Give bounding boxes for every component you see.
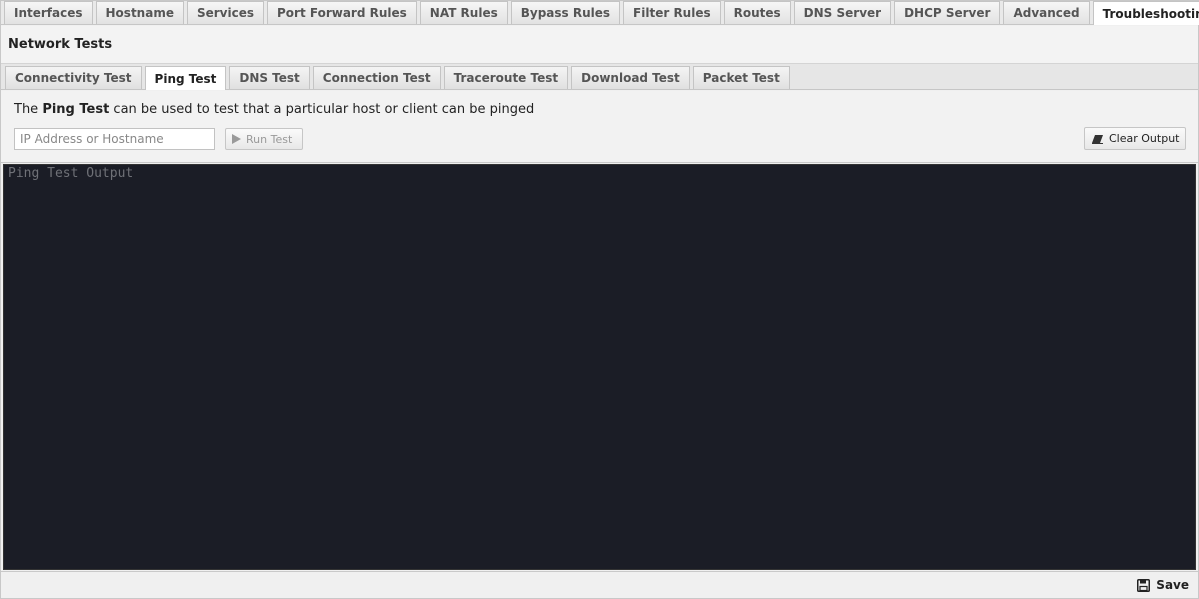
tab-bypass-rules[interactable]: Bypass Rules — [510, 1, 621, 24]
console-placeholder: Ping Test Output — [8, 166, 134, 181]
ping-output-console[interactable]: Ping Test Output — [3, 164, 1196, 570]
subtab-download-test[interactable]: Download Test — [571, 66, 690, 89]
test-description: The Ping Test can be used to test that a… — [14, 102, 535, 117]
host-input[interactable] — [14, 128, 215, 150]
tab-advanced[interactable]: Advanced — [1003, 1, 1090, 24]
save-button[interactable]: Save — [1137, 578, 1189, 592]
footer-bar: Save — [1, 571, 1198, 598]
run-test-button[interactable]: Run Test — [225, 128, 303, 150]
tab-nat-rules[interactable]: NAT Rules — [419, 1, 508, 24]
tab-filter-rules[interactable]: Filter Rules — [623, 1, 721, 24]
section-title: Network Tests — [1, 26, 1198, 64]
subtab-dns-test[interactable]: DNS Test — [229, 66, 310, 89]
subtab-connectivity-test[interactable]: Connectivity Test — [5, 66, 142, 89]
tab-routes[interactable]: Routes — [723, 1, 791, 24]
tab-services[interactable]: Services — [186, 1, 264, 24]
tab-troubleshooting[interactable]: Troubleshooting — [1092, 1, 1199, 25]
test-controls-panel: The Ping Test can be used to test that a… — [1, 91, 1198, 163]
eraser-icon — [1091, 134, 1104, 144]
tab-dhcp-server[interactable]: DHCP Server — [894, 1, 1001, 24]
tab-hostname[interactable]: Hostname — [95, 1, 184, 24]
play-icon — [232, 134, 241, 144]
subtab-connection-test[interactable]: Connection Test — [312, 66, 441, 89]
subtab-ping-test[interactable]: Ping Test — [144, 66, 227, 90]
floppy-disk-icon — [1137, 578, 1151, 592]
tab-dns-server[interactable]: DNS Server — [793, 1, 892, 24]
top-tab-bar: Interfaces Hostname Services Port Forwar… — [1, 1, 1199, 25]
subtab-packet-test[interactable]: Packet Test — [692, 66, 790, 89]
clear-output-button[interactable]: Clear Output — [1084, 127, 1186, 150]
tab-interfaces[interactable]: Interfaces — [4, 1, 93, 24]
subtab-traceroute-test[interactable]: Traceroute Test — [443, 66, 569, 89]
app-window: Interfaces Hostname Services Port Forwar… — [0, 0, 1199, 599]
tab-port-forward-rules[interactable]: Port Forward Rules — [267, 1, 417, 24]
sub-tab-bar: Connectivity Test Ping Test DNS Test Con… — [1, 64, 1198, 90]
